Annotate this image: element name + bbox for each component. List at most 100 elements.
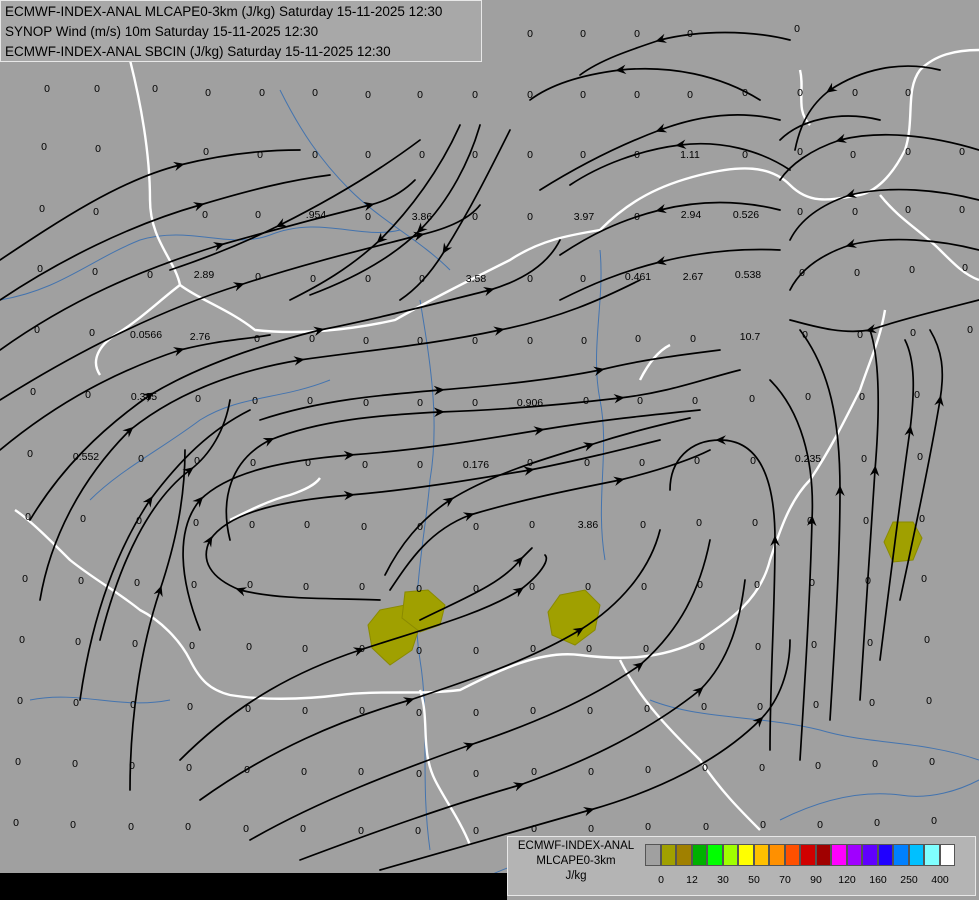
- cin-value-label: 0: [690, 333, 696, 345]
- legend-swatch: [877, 844, 893, 866]
- cin-value-label: 0: [640, 519, 646, 531]
- cin-value-label: 0: [645, 764, 651, 776]
- cin-value-label: 0: [805, 391, 811, 403]
- legend-tick-label: 250: [900, 874, 918, 886]
- cin-value-label: 0: [300, 823, 306, 835]
- cin-value-label: 1.11: [680, 149, 700, 161]
- cin-value-label: 0: [527, 211, 533, 223]
- cin-value-label: 0: [588, 766, 594, 778]
- legend-swatch: [722, 844, 738, 866]
- cin-value-label: 0: [302, 643, 308, 655]
- cin-value-label: 0: [252, 395, 258, 407]
- cin-value-label: 0: [128, 821, 134, 833]
- cin-value-label: 0: [205, 87, 211, 99]
- cin-value-label: 0: [363, 335, 369, 347]
- legend-title: ECMWF-INDEX-ANAL MLCAPE0-3km J/kg: [508, 839, 644, 884]
- cin-value-label: 0: [72, 758, 78, 770]
- cin-value-label: 0: [917, 451, 923, 463]
- cin-value-label: 0: [852, 206, 858, 218]
- cin-value-label: 0: [363, 397, 369, 409]
- cin-value-label: 0: [742, 149, 748, 161]
- cin-value-label: 0: [921, 573, 927, 585]
- cin-value-label: 0: [815, 760, 821, 772]
- cin-value-label: 0: [696, 517, 702, 529]
- legend-tick-label: 0: [658, 874, 664, 886]
- cin-value-label: 0: [473, 645, 479, 657]
- cin-value-label: 0: [914, 389, 920, 401]
- cin-value-label: 0: [362, 459, 368, 471]
- cin-value-label: 0: [185, 821, 191, 833]
- legend-tick-label: 30: [717, 874, 729, 886]
- cin-value-label: 0: [419, 149, 425, 161]
- cin-value-label: 0: [865, 575, 871, 587]
- cin-value-label: 0: [194, 455, 200, 467]
- cin-value-label: 0: [807, 515, 813, 527]
- cin-value-label: 0: [529, 519, 535, 531]
- cin-value-label: 0: [643, 643, 649, 655]
- cin-value-label: 0: [13, 817, 19, 829]
- cin-value-label: 0: [754, 579, 760, 591]
- legend-tick-label: 12: [686, 874, 698, 886]
- legend-swatch: [893, 844, 909, 866]
- cin-value-label: 0: [95, 143, 101, 155]
- cin-value-label: 0: [93, 206, 99, 218]
- cin-value-label: 0: [867, 637, 873, 649]
- cin-value-label: 0: [634, 28, 640, 40]
- cin-value-label: 0: [910, 327, 916, 339]
- legend-swatch: [707, 844, 723, 866]
- cin-value-label: 0: [802, 329, 808, 341]
- cin-value-label: 0: [909, 264, 915, 276]
- cin-value-label: 3.86: [412, 211, 433, 223]
- cin-value-label: 0: [39, 203, 45, 215]
- cin-value-label: 0: [303, 581, 309, 593]
- cin-value-label: 0: [869, 697, 875, 709]
- cin-value-label: 0: [852, 87, 858, 99]
- legend-swatch: [831, 844, 847, 866]
- cin-value-label: 0.552: [73, 451, 99, 463]
- cin-value-label: 0: [415, 825, 421, 837]
- cin-value-label: 0: [250, 457, 256, 469]
- cin-value-label: 0.538: [735, 269, 761, 281]
- cin-value-label: 0: [257, 149, 263, 161]
- cin-value-label: 0: [857, 329, 863, 341]
- cin-value-label: 0: [130, 699, 136, 711]
- cin-value-label: 0: [312, 149, 318, 161]
- color-legend: ECMWF-INDEX-ANAL MLCAPE0-3km J/kg 0 12 30 5…: [507, 836, 976, 896]
- cin-value-label: 0: [749, 393, 755, 405]
- legend-tick-label: 160: [869, 874, 887, 886]
- value-labels: 0 0 0 0 0 0 0 0 0 0 0 0 0 0 0 0 0 0 0 0 0 0 0 0 0 0 0 0 0 0 0 0 0 0 0 1.11 0…: [13, 23, 973, 837]
- cin-value-label: 0: [138, 453, 144, 465]
- cin-value-label: 0.461: [625, 271, 651, 283]
- cin-value-label: 0: [358, 766, 364, 778]
- cin-value-label: 0: [365, 89, 371, 101]
- cin-value-label: 0: [905, 204, 911, 216]
- cin-value-label: 0: [527, 149, 533, 161]
- cin-value-label: 0: [702, 762, 708, 774]
- cin-value-label: 0: [417, 335, 423, 347]
- legend-swatch: [924, 844, 940, 866]
- cin-value-label: 0: [247, 579, 253, 591]
- cin-value-label: 0: [872, 758, 878, 770]
- map-canvas[interactable]: 0 0 0 0 0 0 0 0 0 0 0 0 0 0 0 0 0 0 0 0 0 0 0 0 0 0 0 0 0 0 0 0 0 0 0 1.11 0…: [0, 0, 979, 900]
- cin-value-label: 0: [254, 333, 260, 345]
- cin-value-label: 0: [132, 638, 138, 650]
- cin-value-label: 0: [905, 146, 911, 158]
- cin-value-label: 0: [809, 577, 815, 589]
- cin-value-label: 0: [580, 89, 586, 101]
- cin-value-label: 0: [37, 263, 43, 275]
- cin-value-label: 0: [639, 457, 645, 469]
- cin-value-label: 0: [637, 395, 643, 407]
- cin-value-label: 0: [202, 209, 208, 221]
- cin-value-label: 0: [797, 206, 803, 218]
- cin-value-label: 0: [255, 209, 261, 221]
- cin-value-label: 0: [905, 87, 911, 99]
- cin-value-label: 0: [641, 581, 647, 593]
- cin-value-label: 0: [416, 583, 422, 595]
- cin-value-label: 0: [80, 513, 86, 525]
- cin-value-label: 0: [587, 705, 593, 717]
- cin-value-label: 0.176: [463, 459, 489, 471]
- cin-value-label: 0: [17, 695, 23, 707]
- cin-value-label: .954: [306, 209, 327, 221]
- cin-value-label: 0: [926, 695, 932, 707]
- legend-swatch: [939, 844, 955, 866]
